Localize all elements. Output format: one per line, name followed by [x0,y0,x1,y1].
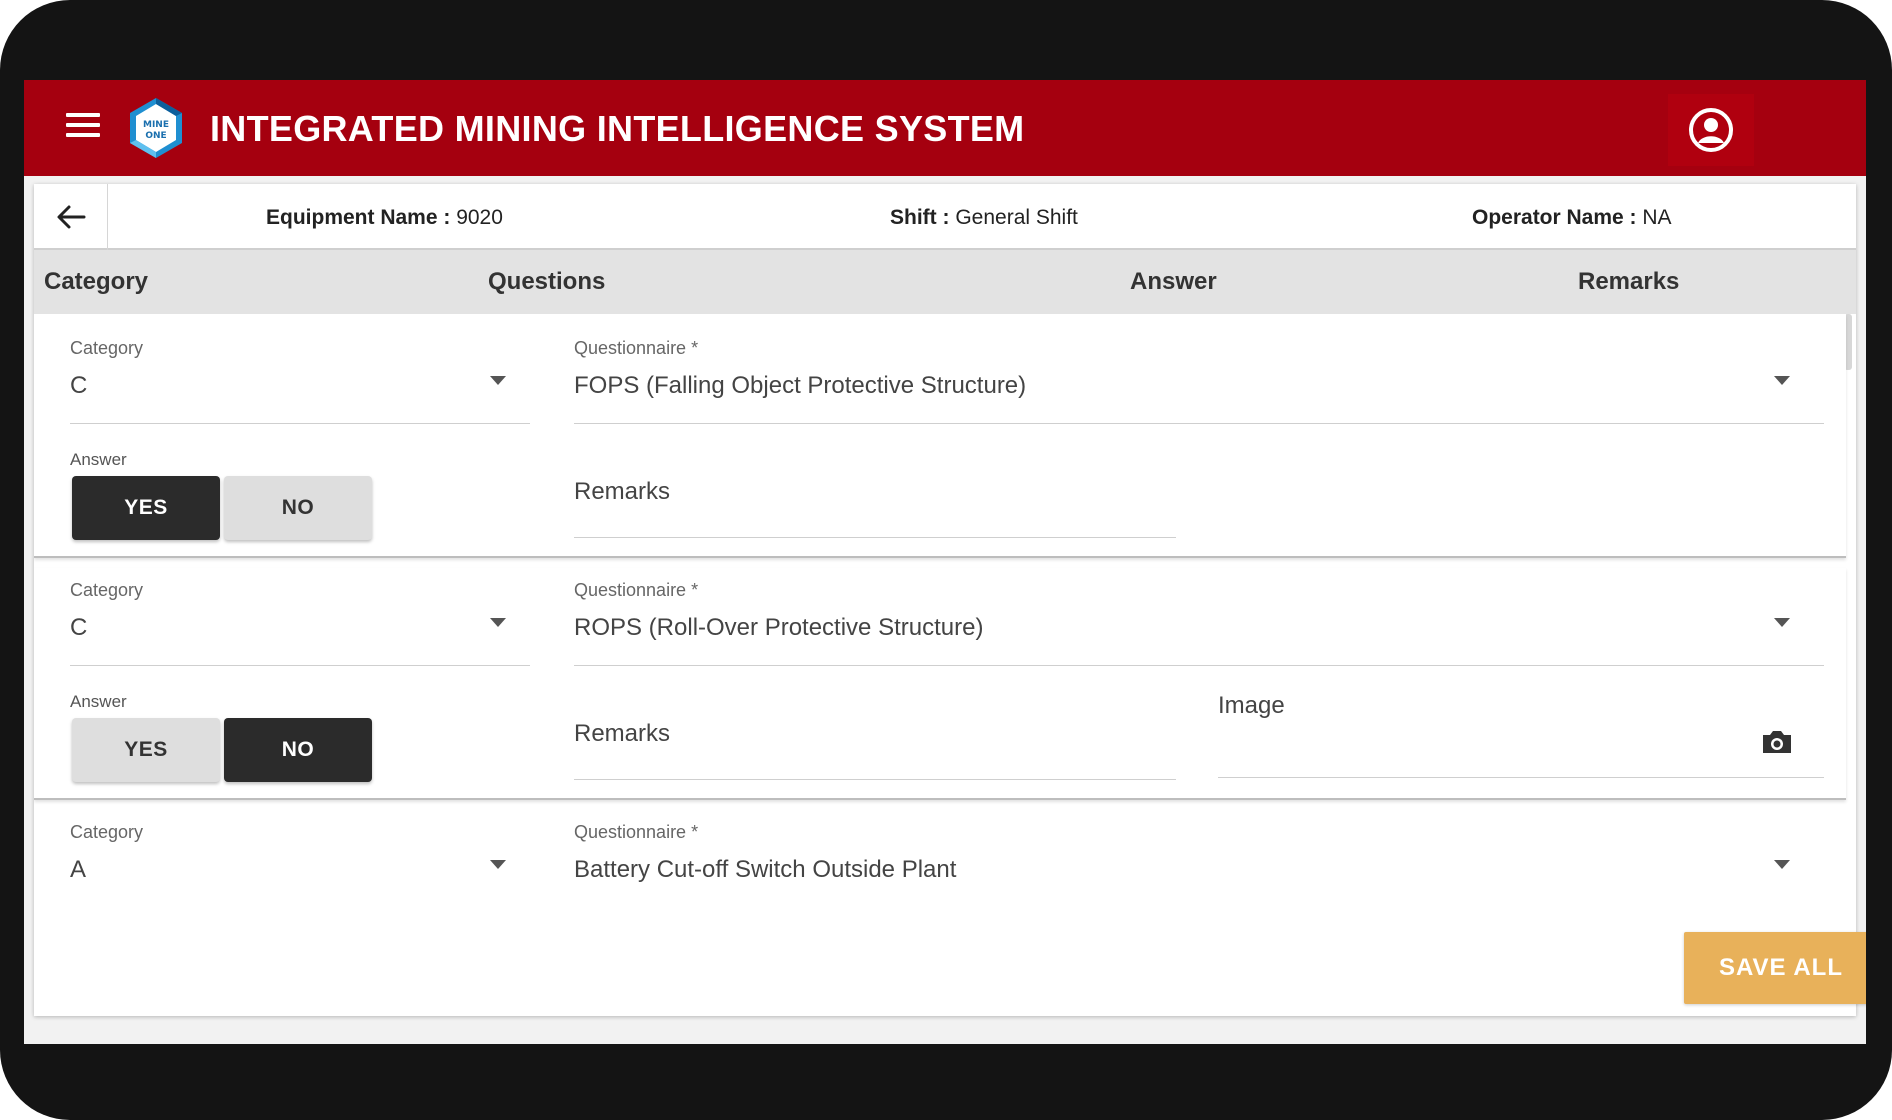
operator-name-value: NA [1642,206,1672,229]
header-category: Category [44,268,149,295]
questionnaire-value: Battery Cut-off Switch Outside Plant [574,856,957,883]
category-value: C [70,372,88,399]
answer-yes-button[interactable]: YES [72,718,220,782]
back-button[interactable] [34,184,108,250]
header-questions: Questions [488,268,606,295]
answer-label: Answer [70,450,127,469]
questionnaire-label: Questionnaire * [574,580,699,600]
shift-value: General Shift [955,206,1078,229]
shift-label: Shift : [890,206,950,229]
image-upload-field[interactable]: Image [1218,692,1824,778]
answer-yes-button[interactable]: YES [72,476,220,540]
dropdown-arrow-icon [1774,860,1790,869]
checklist-row: Category A Questionnaire * Battery Cut-o… [34,810,1846,894]
questionnaire-select[interactable]: Questionnaire * Battery Cut-off Switch O… [574,822,1824,894]
category-select[interactable]: Category C [70,338,530,424]
account-circle-icon [1689,108,1733,152]
arrow-left-icon [57,205,85,229]
dropdown-arrow-icon [1774,618,1790,627]
equipment-name-value: 9020 [456,206,503,229]
checklist-card: Equipment Name : 9020 Shift : General Sh… [34,184,1866,1016]
mine-one-logo: MINE ONE [124,96,188,160]
header-remarks: Remarks [1578,268,1680,295]
category-value: C [70,614,88,641]
dropdown-arrow-icon [490,376,506,385]
table-header: Category Questions Answer Remarks [34,250,1856,314]
app-title: INTEGRATED MINING INTELLIGENCE SYSTEM [210,108,1025,149]
logo-text-top: MINE [143,120,169,130]
questionnaire-label: Questionnaire * [574,822,699,842]
category-label: Category [70,822,144,842]
remarks-placeholder: Remarks [574,478,671,505]
image-label: Image [1218,692,1285,719]
questionnaire-value: ROPS (Roll-Over Protective Structure) [574,614,984,641]
equipment-name-label: Equipment Name : [266,206,451,229]
questionnaire-select[interactable]: Questionnaire * ROPS (Roll-Over Protecti… [574,580,1824,666]
app-screen: MINE ONE INTEGRATED MINING INTELLIGENCE … [24,80,1866,1044]
header-answer: Answer [1130,268,1217,295]
questionnaire-label: Questionnaire * [574,338,699,358]
dropdown-arrow-icon [1774,376,1790,385]
device-frame: MINE ONE INTEGRATED MINING INTELLIGENCE … [0,0,1892,1120]
remarks-input[interactable]: Remarks [574,720,1176,780]
answer-label: Answer [70,692,127,711]
answer-no-button[interactable]: NO [224,718,372,782]
category-select[interactable]: Category A [70,822,530,894]
category-select[interactable]: Category C [70,580,530,666]
operator-name-info: Operator Name : NA [1472,206,1672,230]
hamburger-menu-icon[interactable] [66,113,100,143]
answer-no-button[interactable]: NO [224,476,372,540]
logo-text-bottom: ONE [145,131,166,141]
camera-icon[interactable] [1760,728,1794,756]
save-all-button[interactable]: SAVE ALL [1684,932,1866,1004]
shift-info: Shift : General Shift [890,206,1078,230]
category-value: A [70,856,87,883]
equipment-name-info: Equipment Name : 9020 [266,206,503,230]
operator-name-label: Operator Name : [1472,206,1637,229]
category-label: Category [70,580,144,600]
questionnaire-value: FOPS (Falling Object Protective Structur… [574,372,1027,399]
remarks-input[interactable]: Remarks [574,478,1176,538]
checklist-row: Category C Questionnaire * ROPS (Roll-Ov… [34,568,1846,800]
category-label: Category [70,338,144,358]
account-button[interactable] [1668,94,1754,166]
app-header: MINE ONE INTEGRATED MINING INTELLIGENCE … [24,80,1866,176]
dropdown-arrow-icon [490,860,506,869]
checklist-row: Category C Questionnaire * FOPS (Falling… [34,314,1846,558]
dropdown-arrow-icon [490,618,506,627]
questionnaire-select[interactable]: Questionnaire * FOPS (Falling Object Pro… [574,338,1824,424]
remarks-placeholder: Remarks [574,720,671,747]
equipment-info-bar: Equipment Name : 9020 Shift : General Sh… [34,184,1856,250]
checklist-rows[interactable]: Category C Questionnaire * FOPS (Falling… [34,314,1856,894]
